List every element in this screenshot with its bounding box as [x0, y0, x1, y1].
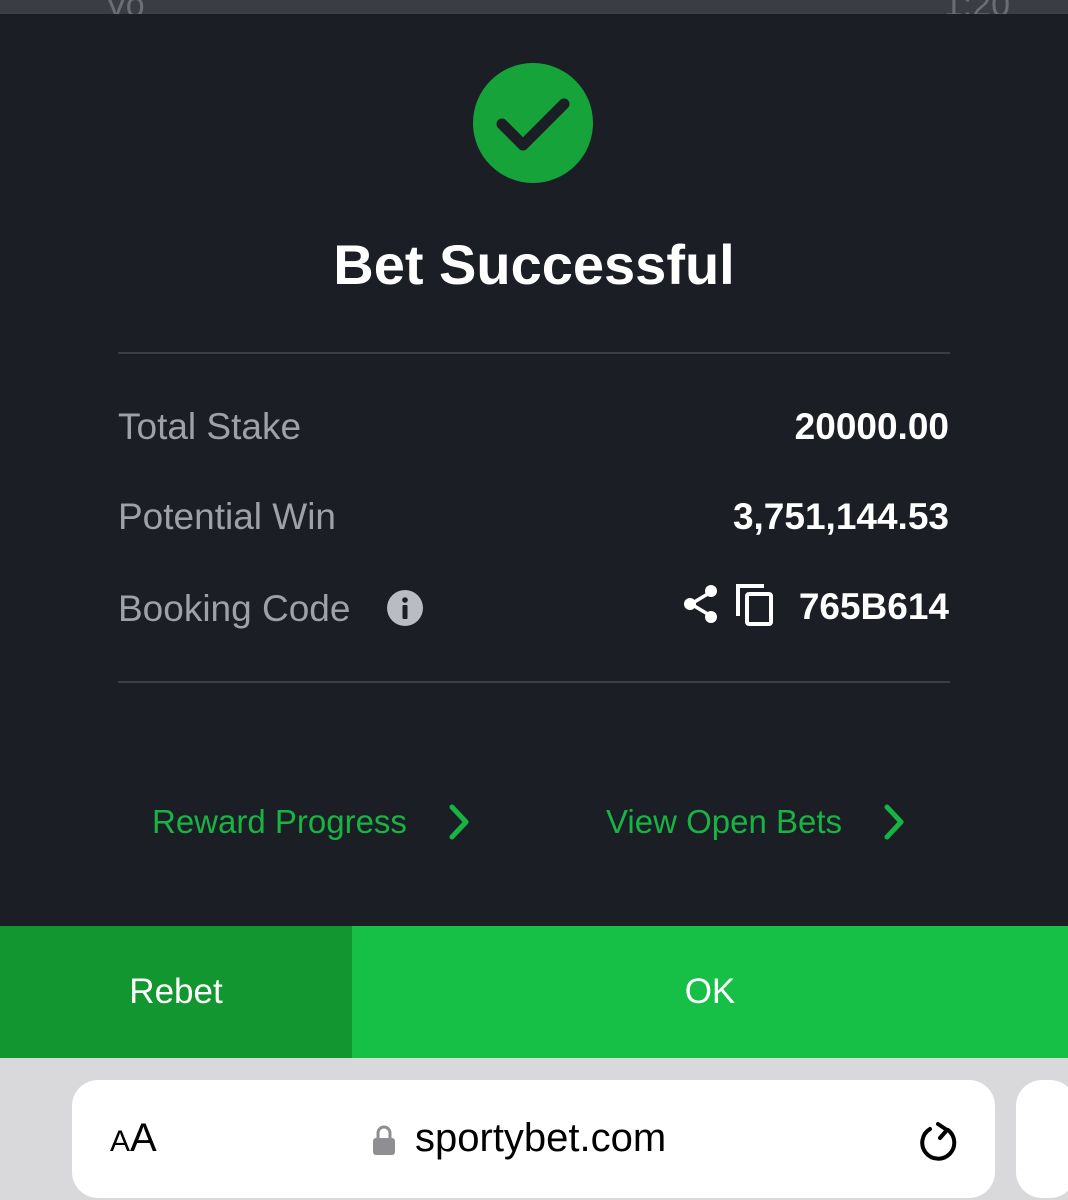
bottom-divider	[118, 681, 950, 683]
next-tab-preview[interactable]	[1016, 1080, 1068, 1198]
view-open-bets-label: View Open Bets	[606, 803, 843, 840]
rebet-button[interactable]: Rebet	[0, 926, 352, 1058]
url-text[interactable]: sportybet.com	[415, 1116, 666, 1161]
bet-confirmation-screen: Vo 1:20 Bet Successful Total Stake 20000…	[0, 0, 1068, 1200]
top-divider	[118, 352, 950, 354]
potential-win-label: Potential Win	[118, 496, 336, 537]
potential-win-value: 3,751,144.53	[732, 496, 949, 537]
share-icon[interactable]	[682, 584, 720, 624]
reward-progress-link[interactable]: Reward Progress	[152, 792, 471, 852]
reload-icon[interactable]	[918, 1120, 960, 1164]
info-icon[interactable]	[387, 590, 423, 626]
text-size-small-glyph: A	[110, 1125, 131, 1158]
status-time: 1:20	[944, 0, 1010, 14]
total-stake-value: 20000.00	[794, 406, 949, 447]
status-bar: Vo 1:20	[0, 0, 1068, 14]
text-size-large-glyph: A	[130, 1116, 157, 1160]
reward-progress-label: Reward Progress	[152, 803, 407, 840]
lock-icon	[373, 1125, 395, 1155]
bet-success-dialog: Bet Successful Total Stake 20000.00 Pote…	[0, 14, 1068, 926]
ok-button[interactable]: OK	[352, 926, 1068, 1058]
total-stake-label: Total Stake	[118, 406, 302, 447]
text-size-button[interactable]: AA	[110, 1116, 157, 1161]
browser-toolbar: AA sportybet.com	[0, 1058, 1068, 1200]
view-open-bets-link[interactable]: View Open Bets	[606, 792, 906, 852]
chevron-right-icon	[449, 804, 469, 840]
dialog-title: Bet Successful	[333, 233, 735, 296]
status-carrier: Vo	[105, 0, 145, 14]
booking-code-value[interactable]: 765B614	[799, 586, 949, 628]
booking-code-label: Booking Code	[118, 588, 351, 629]
check-circle-icon	[473, 63, 593, 183]
address-bar[interactable]: AA sportybet.com	[72, 1080, 995, 1198]
chevron-right-icon	[884, 804, 904, 840]
copy-icon[interactable]	[734, 582, 776, 628]
